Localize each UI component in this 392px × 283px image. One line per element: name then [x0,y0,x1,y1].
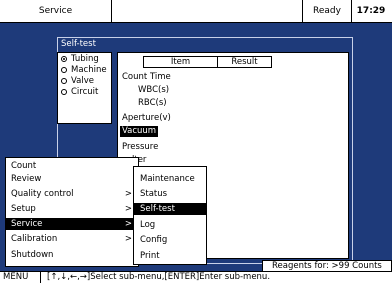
top-bar: Service Ready 17:29 [0,0,392,23]
radio-unchecked-icon [61,77,67,84]
submenu-item-maintenance[interactable]: Maintenance [134,173,206,185]
radio-label: Valve [71,75,94,86]
submenu-item-self-test[interactable]: Self-test [134,203,206,215]
submenu-arrow-icon: > [124,234,132,244]
menu-item-label: Review [11,174,42,184]
submenu-arrow-icon: > [124,189,132,199]
status-mode-label: MENU [3,272,29,282]
menu-item-label: Service [11,219,43,229]
radio-label: Tubing [71,53,99,64]
menu-item-label: Quality control [11,189,74,199]
radio-valve[interactable]: Valve [58,75,111,86]
menu-item-label: Count [11,161,37,171]
menu-item-quality-control[interactable]: Quality control > [6,188,138,200]
menu-item-service[interactable]: Service > [6,218,138,230]
table-row: RBC(s) [138,98,167,108]
menu-item-count[interactable]: Count [6,160,138,172]
dialog-title: Self-test [61,39,96,49]
menu-item-label: Setup [11,204,36,214]
radio-machine[interactable]: Machine [58,64,111,75]
radio-label: Circuit [71,86,99,97]
submenu-item-log[interactable]: Log [134,219,206,231]
submenu-item-print[interactable]: Print [134,250,206,262]
menu-item-setup[interactable]: Setup > [6,203,138,215]
clock: 17:29 [356,6,386,16]
screen-title: Service [0,0,112,22]
status-bar: MENU [↑,↓,←,→]Select sub-menu,[ENTER]Ent… [0,271,392,283]
menu-item-review[interactable]: Review [6,173,138,185]
submenu-item-config[interactable]: Config [134,234,206,246]
radio-circuit[interactable]: Circuit [58,86,111,97]
submenu-arrow-icon: > [124,204,132,214]
status-help-message: [↑,↓,←,→]Select sub-menu,[ENTER]Enter su… [40,272,392,283]
ready-status: Ready [302,0,352,22]
table-row: WBC(s) [138,85,170,95]
submenu-item-status[interactable]: Status [134,188,206,200]
table-row: Count Time [122,72,171,82]
table-row-selected[interactable]: Vacuum [120,126,159,137]
service-submenu: Maintenance Status Self-test Log Config … [133,166,207,265]
radio-label: Machine [71,64,107,75]
submenu-arrow-icon: > [124,219,132,229]
radio-unchecked-icon [61,88,67,95]
radio-checked-icon [61,55,67,62]
menu-item-calibration[interactable]: Calibration > [6,233,138,245]
table-row: Pressure [122,142,159,152]
menu-item-label: Shutdown [11,250,54,260]
test-type-panel: Tubing Machine Valve Circuit [57,52,112,124]
main-menu: Count Review Quality control > Setup > S… [5,157,139,267]
menu-item-label: Calibration [11,234,58,244]
table-row: Aperture(v) [122,113,171,123]
radio-unchecked-icon [61,66,67,73]
radio-tubing[interactable]: Tubing [58,53,111,64]
column-header-item: Item [143,56,218,68]
menu-item-shutdown[interactable]: Shutdown [6,249,138,261]
column-header-result: Result [217,56,272,68]
